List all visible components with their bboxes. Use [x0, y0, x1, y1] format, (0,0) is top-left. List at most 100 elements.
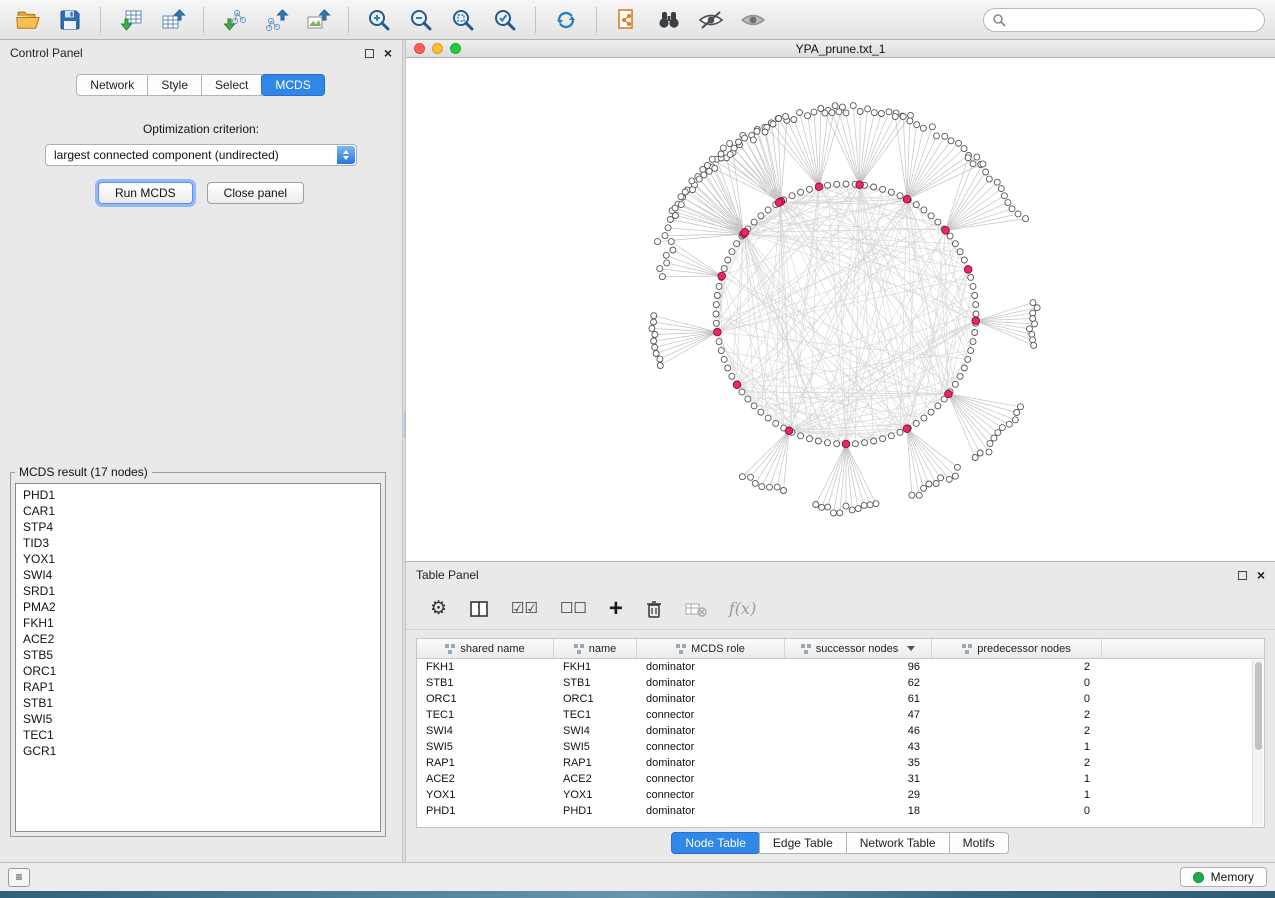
table-settings-gear-icon[interactable]: ⚙: [430, 599, 447, 618]
refresh-layout-button[interactable]: [548, 4, 584, 36]
table-body: FKH1 FKH1 dominator 96 2 STB1 STB1 domin…: [417, 659, 1264, 819]
cell-predecessor-nodes: 1: [932, 739, 1102, 755]
table-row[interactable]: ORC1 ORC1 dominator 61 0: [417, 691, 1264, 707]
mcds-result-item[interactable]: RAP1: [23, 679, 373, 695]
table-row[interactable]: ACE2 ACE2 connector 31 1: [417, 771, 1264, 787]
close-panel-button[interactable]: Close panel: [207, 182, 304, 204]
table-row[interactable]: FKH1 FKH1 dominator 96 2: [417, 659, 1264, 675]
save-floppy-icon: [58, 8, 82, 32]
criterion-dropdown[interactable]: largest connected component (undirected): [45, 144, 357, 166]
toolbar-separator: [348, 7, 349, 33]
export-table-button[interactable]: [155, 4, 191, 36]
memory-status-icon: [1193, 872, 1204, 883]
deselect-all-icon[interactable]: ☐☐: [560, 601, 587, 616]
memory-button[interactable]: Memory: [1180, 867, 1267, 887]
search-network-button[interactable]: [651, 4, 687, 36]
mcds-result-item[interactable]: CAR1: [23, 503, 373, 519]
columns-icon[interactable]: [469, 600, 489, 618]
network-graph[interactable]: [406, 58, 1273, 561]
mcds-result-item[interactable]: GCR1: [23, 743, 373, 759]
zoom-out-button[interactable]: [403, 4, 439, 36]
export-network-button[interactable]: [258, 4, 294, 36]
column-label: predecessor nodes: [977, 643, 1071, 655]
show-selection-button[interactable]: [735, 4, 771, 36]
open-file-button[interactable]: [10, 4, 46, 36]
cell-successor-nodes: 31: [785, 771, 932, 787]
mcds-result-item[interactable]: PMA2: [23, 599, 373, 615]
mcds-result-item[interactable]: STB1: [23, 695, 373, 711]
import-table-button[interactable]: [113, 4, 149, 36]
mcds-result-item[interactable]: STP4: [23, 519, 373, 535]
mcds-result-item[interactable]: FKH1: [23, 615, 373, 631]
network-window-titlebar[interactable]: YPA_prune.txt_1: [406, 40, 1275, 58]
cell-shared-name: TEC1: [417, 707, 554, 723]
mcds-result-item[interactable]: SWI5: [23, 711, 373, 727]
search-input[interactable]: [1012, 13, 1256, 27]
cell-predecessor-nodes: 1: [932, 787, 1102, 803]
tab-mcds[interactable]: MCDS: [261, 74, 324, 96]
mcds-result-item[interactable]: ORC1: [23, 663, 373, 679]
cell-predecessor-nodes: 1: [932, 771, 1102, 787]
close-table-panel-icon[interactable]: ×: [1257, 570, 1265, 580]
tab-select[interactable]: Select: [201, 74, 262, 96]
table-row[interactable]: RAP1 RAP1 dominator 35 2: [417, 755, 1264, 771]
export-image-button[interactable]: [300, 4, 336, 36]
tab-style[interactable]: Style: [147, 74, 202, 96]
scrollbar-thumb[interactable]: [1255, 662, 1262, 750]
float-panel-icon[interactable]: [365, 49, 374, 58]
add-column-icon[interactable]: +: [609, 599, 623, 619]
table-row[interactable]: STB1 STB1 dominator 62 0: [417, 675, 1264, 691]
sort-descending-icon: [907, 646, 915, 651]
mcds-result-list[interactable]: PHD1CAR1STP4TID3YOX1SWI4SRD1PMA2FKH1ACE2…: [15, 483, 381, 832]
dropdown-stepper-icon[interactable]: [337, 146, 355, 164]
select-all-icon[interactable]: ☑☑: [511, 601, 538, 616]
share-document-button[interactable]: [609, 4, 645, 36]
column-header-successor-nodes[interactable]: successor nodes: [785, 639, 932, 658]
cell-successor-nodes: 96: [785, 659, 932, 675]
hide-selection-button[interactable]: [693, 4, 729, 36]
tab-node-table[interactable]: Node Table: [671, 832, 760, 854]
table-row[interactable]: SWI5 SWI5 connector 43 1: [417, 739, 1264, 755]
function-builder-icon[interactable]: f(x): [729, 599, 756, 618]
column-header-name[interactable]: name: [554, 639, 637, 658]
cell-predecessor-nodes: 2: [932, 755, 1102, 771]
criterion-value: largest connected component (undirected): [54, 148, 279, 162]
column-header-filler: [1102, 639, 1264, 658]
mcds-result-item[interactable]: TID3: [23, 535, 373, 551]
tab-edge-table[interactable]: Edge Table: [759, 832, 847, 854]
zoom-in-button[interactable]: [361, 4, 397, 36]
tab-network-table[interactable]: Network Table: [846, 832, 950, 854]
tab-network[interactable]: Network: [76, 74, 148, 96]
global-search[interactable]: [983, 8, 1265, 32]
table-row[interactable]: YOX1 YOX1 connector 29 1: [417, 787, 1264, 803]
tab-motifs[interactable]: Motifs: [949, 832, 1009, 854]
run-mcds-button[interactable]: Run MCDS: [98, 182, 193, 204]
import-network-button[interactable]: [216, 4, 252, 36]
cell-successor-nodes: 29: [785, 787, 932, 803]
float-table-panel-icon[interactable]: [1238, 571, 1247, 580]
delete-trash-icon[interactable]: [645, 599, 663, 619]
task-history-button[interactable]: ≡: [8, 868, 30, 887]
mcds-result-item[interactable]: ACE2: [23, 631, 373, 647]
zoom-fit-button[interactable]: [445, 4, 481, 36]
eye-icon: [739, 7, 767, 33]
table-row[interactable]: TEC1 TEC1 connector 47 2: [417, 707, 1264, 723]
save-session-button[interactable]: [52, 4, 88, 36]
column-header-predecessor-nodes[interactable]: predecessor nodes: [932, 639, 1102, 658]
column-header-mcds-role[interactable]: MCDS role: [637, 639, 785, 658]
mcds-result-item[interactable]: PHD1: [23, 487, 373, 503]
network-view-canvas[interactable]: [406, 58, 1275, 561]
mcds-result-item[interactable]: SRD1: [23, 583, 373, 599]
zoom-selected-button[interactable]: [487, 4, 523, 36]
table-tabs: Node Table Edge Table Network Table Moti…: [672, 832, 1008, 854]
table-scrollbar[interactable]: [1252, 660, 1263, 826]
mcds-result-item[interactable]: STB5: [23, 647, 373, 663]
mcds-result-item[interactable]: SWI4: [23, 567, 373, 583]
mcds-result-item[interactable]: TEC1: [23, 727, 373, 743]
delete-table-icon[interactable]: [685, 600, 707, 618]
close-panel-icon[interactable]: ×: [384, 48, 392, 58]
mcds-result-item[interactable]: YOX1: [23, 551, 373, 567]
table-row[interactable]: PHD1 PHD1 dominator 18 0: [417, 803, 1264, 819]
table-row[interactable]: SWI4 SWI4 dominator 46 2: [417, 723, 1264, 739]
column-header-shared-name[interactable]: shared name: [417, 639, 554, 658]
